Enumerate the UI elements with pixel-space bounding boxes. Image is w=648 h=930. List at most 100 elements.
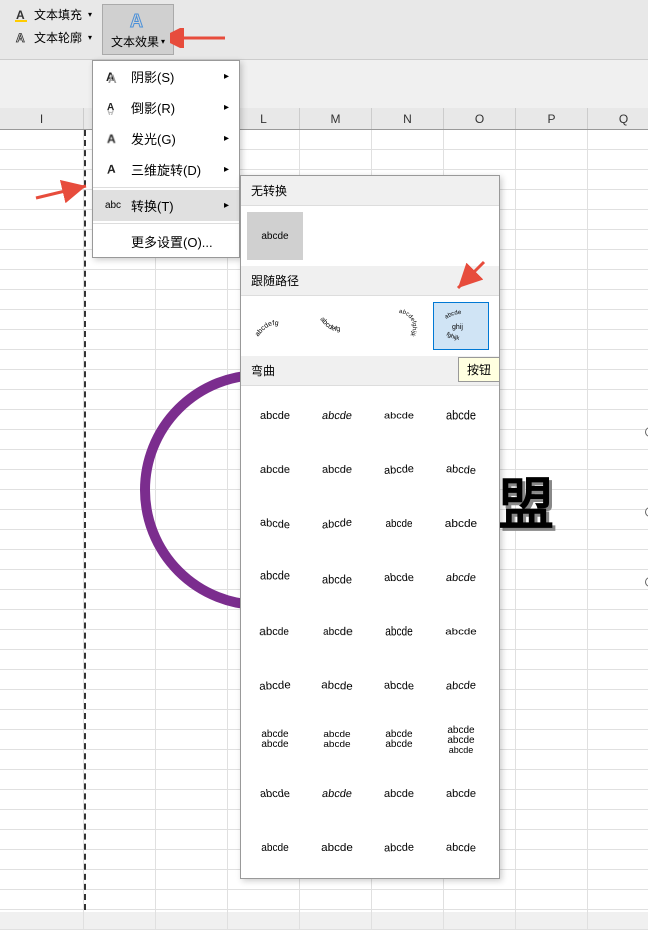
grid-cell[interactable] — [516, 210, 588, 229]
grid-cell[interactable] — [156, 310, 228, 329]
grid-cell[interactable] — [0, 750, 84, 769]
grid-cell[interactable] — [0, 830, 84, 849]
grid-cell[interactable] — [156, 730, 228, 749]
warp-option[interactable]: abcde — [247, 500, 303, 548]
grid-cell[interactable] — [84, 630, 156, 649]
grid-cell[interactable] — [84, 370, 156, 389]
grid-cell[interactable] — [588, 790, 648, 809]
warp-option[interactable]: abcde — [371, 392, 427, 440]
grid-cell[interactable] — [516, 790, 588, 809]
grid-cell[interactable] — [0, 810, 84, 829]
grid-cell[interactable] — [84, 310, 156, 329]
grid-cell[interactable] — [156, 710, 228, 729]
warp-option[interactable]: abcdeabcde — [247, 716, 303, 764]
grid-cell[interactable] — [516, 870, 588, 889]
grid-cell[interactable] — [516, 630, 588, 649]
grid-cell[interactable] — [372, 910, 444, 929]
grid-cell[interactable] — [0, 570, 84, 589]
warp-option[interactable]: abcdeabcde — [309, 716, 365, 764]
grid-cell[interactable] — [588, 250, 648, 269]
path-button[interactable]: abcdeghijfghijk — [433, 302, 489, 350]
grid-cell[interactable] — [516, 230, 588, 249]
grid-cell[interactable] — [84, 850, 156, 869]
grid-cell[interactable] — [0, 370, 84, 389]
grid-cell[interactable] — [84, 290, 156, 309]
grid-cell[interactable] — [156, 350, 228, 369]
warp-option[interactable]: abcde — [433, 770, 489, 818]
grid-cell[interactable] — [588, 770, 648, 789]
grid-cell[interactable] — [588, 850, 648, 869]
path-arch-down[interactable]: abcdefg — [247, 302, 303, 350]
grid-cell[interactable] — [84, 910, 156, 929]
grid-cell[interactable] — [0, 550, 84, 569]
grid-cell[interactable] — [0, 430, 84, 449]
grid-cell[interactable] — [588, 210, 648, 229]
grid-cell[interactable] — [156, 890, 228, 909]
grid-cell[interactable] — [516, 310, 588, 329]
grid-cell[interactable] — [0, 690, 84, 709]
grid-cell[interactable] — [0, 450, 84, 469]
warp-option[interactable]: abcde — [309, 392, 365, 440]
grid-cell[interactable] — [516, 710, 588, 729]
grid-cell[interactable] — [156, 750, 228, 769]
menu-glow[interactable]: A 发光(G) ▸ — [93, 123, 239, 154]
warp-option[interactable]: abcde — [433, 446, 489, 494]
grid-cell[interactable] — [84, 790, 156, 809]
grid-cell[interactable] — [0, 270, 84, 289]
grid-cell[interactable] — [588, 830, 648, 849]
warp-option[interactable]: abcde — [371, 662, 427, 710]
col-header[interactable]: M — [300, 108, 372, 129]
grid-cell[interactable] — [0, 130, 84, 149]
grid-cell[interactable] — [444, 130, 516, 149]
warp-option[interactable]: abcde — [433, 824, 489, 872]
grid-cell[interactable] — [588, 170, 648, 189]
grid-cell[interactable] — [156, 830, 228, 849]
grid-cell[interactable] — [84, 410, 156, 429]
grid-cell[interactable] — [516, 850, 588, 869]
grid-cell[interactable] — [588, 130, 648, 149]
warp-option[interactable]: abcdeabcdeabcde — [433, 716, 489, 764]
grid-cell[interactable] — [84, 810, 156, 829]
warp-option[interactable]: abcde — [309, 770, 365, 818]
col-header[interactable]: Q — [588, 108, 648, 129]
grid-cell[interactable] — [0, 150, 84, 169]
warp-option[interactable]: abcde — [309, 500, 365, 548]
grid-cell[interactable] — [588, 590, 648, 609]
grid-cell[interactable] — [0, 470, 84, 489]
grid-cell[interactable] — [0, 650, 84, 669]
warp-option[interactable]: abcde — [371, 608, 427, 656]
grid-cell[interactable] — [84, 690, 156, 709]
grid-cell[interactable] — [516, 590, 588, 609]
grid-cell[interactable] — [516, 390, 588, 409]
grid-cell[interactable] — [84, 730, 156, 749]
grid-cell[interactable] — [588, 630, 648, 649]
grid-cell[interactable] — [444, 910, 516, 929]
warp-option[interactable]: abcde — [247, 662, 303, 710]
grid-cell[interactable] — [588, 730, 648, 749]
grid-cell[interactable] — [588, 610, 648, 629]
menu-reflection[interactable]: AA 倒影(R) ▸ — [93, 92, 239, 123]
grid-cell[interactable] — [372, 130, 444, 149]
grid-cell[interactable] — [0, 670, 84, 689]
grid-cell[interactable] — [588, 290, 648, 309]
menu-more-settings[interactable]: 更多设置(O)... — [93, 226, 239, 257]
grid-cell[interactable] — [300, 910, 372, 929]
warp-option[interactable]: abcde — [309, 662, 365, 710]
grid-cell[interactable] — [516, 410, 588, 429]
menu-shadow[interactable]: AA 阴影(S) ▸ — [93, 61, 239, 92]
grid-cell[interactable] — [516, 770, 588, 789]
warp-option[interactable]: abcde — [309, 824, 365, 872]
grid-cell[interactable] — [0, 290, 84, 309]
grid-cell[interactable] — [84, 750, 156, 769]
warp-option[interactable]: abcde — [433, 608, 489, 656]
warp-option[interactable]: abcde — [371, 446, 427, 494]
grid-cell[interactable] — [228, 890, 300, 909]
grid-cell[interactable] — [588, 330, 648, 349]
warp-option[interactable]: abcde — [433, 500, 489, 548]
grid-cell[interactable] — [156, 770, 228, 789]
grid-cell[interactable] — [516, 690, 588, 709]
grid-cell[interactable] — [0, 250, 84, 269]
grid-cell[interactable] — [0, 390, 84, 409]
grid-cell[interactable] — [156, 270, 228, 289]
grid-cell[interactable] — [84, 390, 156, 409]
